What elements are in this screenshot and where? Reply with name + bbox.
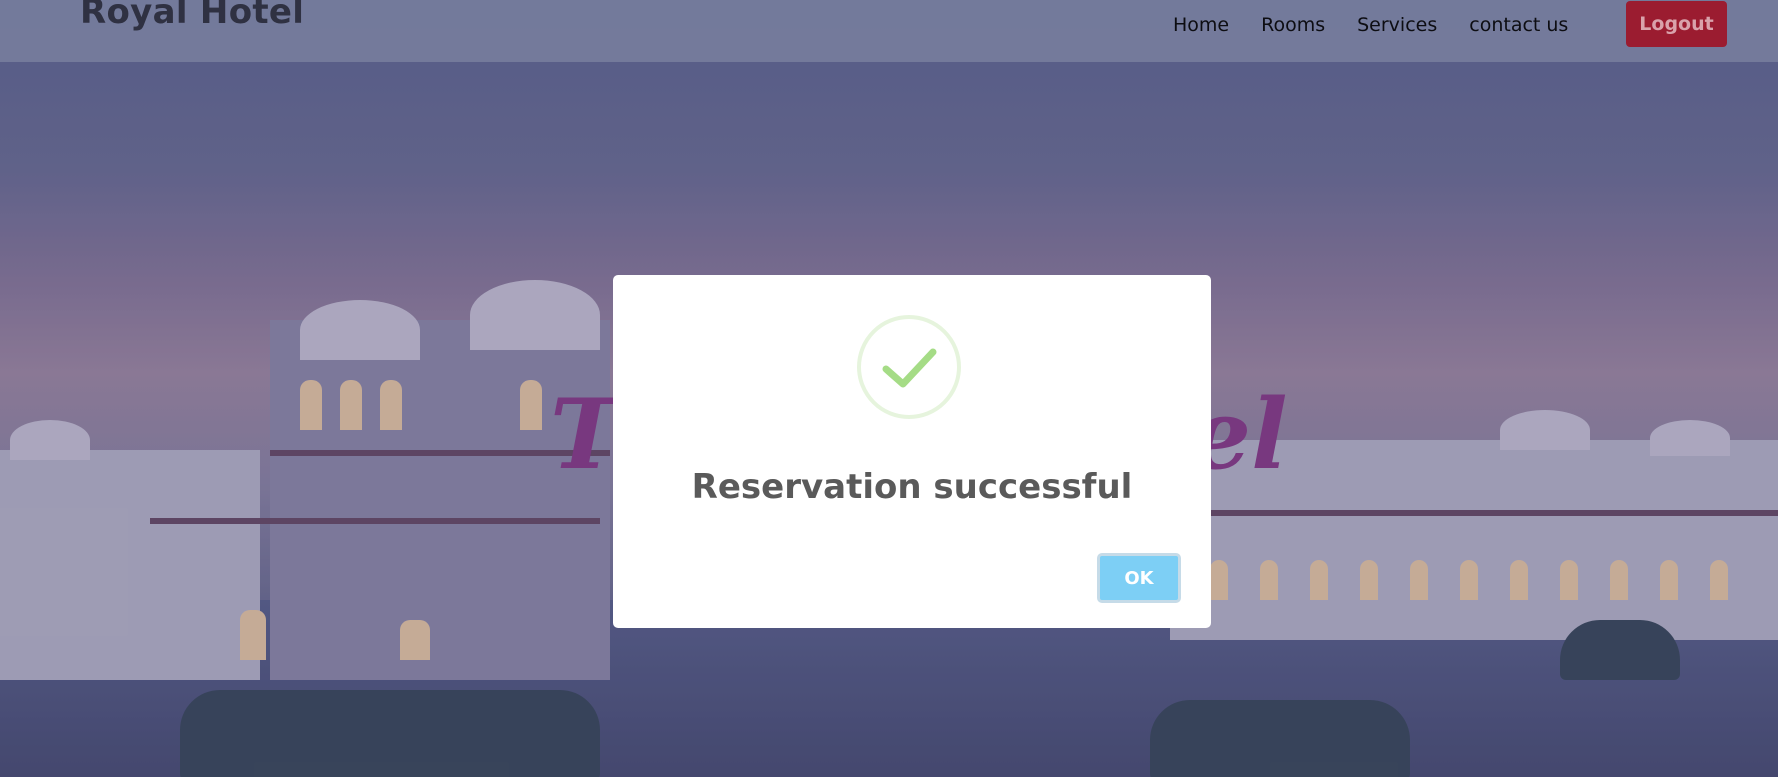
success-dialog: Reservation successful OK <box>613 275 1211 628</box>
ok-button[interactable]: OK <box>1097 553 1181 603</box>
nav-link-contact[interactable]: contact us <box>1469 12 1568 38</box>
top-navbar: Royal Hotel Home Rooms Services contact … <box>0 0 1778 62</box>
nav-links: Home Rooms Services contact us <box>1173 12 1600 38</box>
nav-link-services[interactable]: Services <box>1357 12 1437 38</box>
brand-logo-text[interactable]: Royal Hotel <box>80 0 304 32</box>
nav-link-rooms[interactable]: Rooms <box>1261 12 1325 38</box>
checkmark-icon <box>857 315 961 419</box>
dialog-title: Reservation successful <box>691 467 1133 507</box>
nav-link-home[interactable]: Home <box>1173 12 1229 38</box>
logout-button[interactable]: Logout <box>1626 1 1727 47</box>
